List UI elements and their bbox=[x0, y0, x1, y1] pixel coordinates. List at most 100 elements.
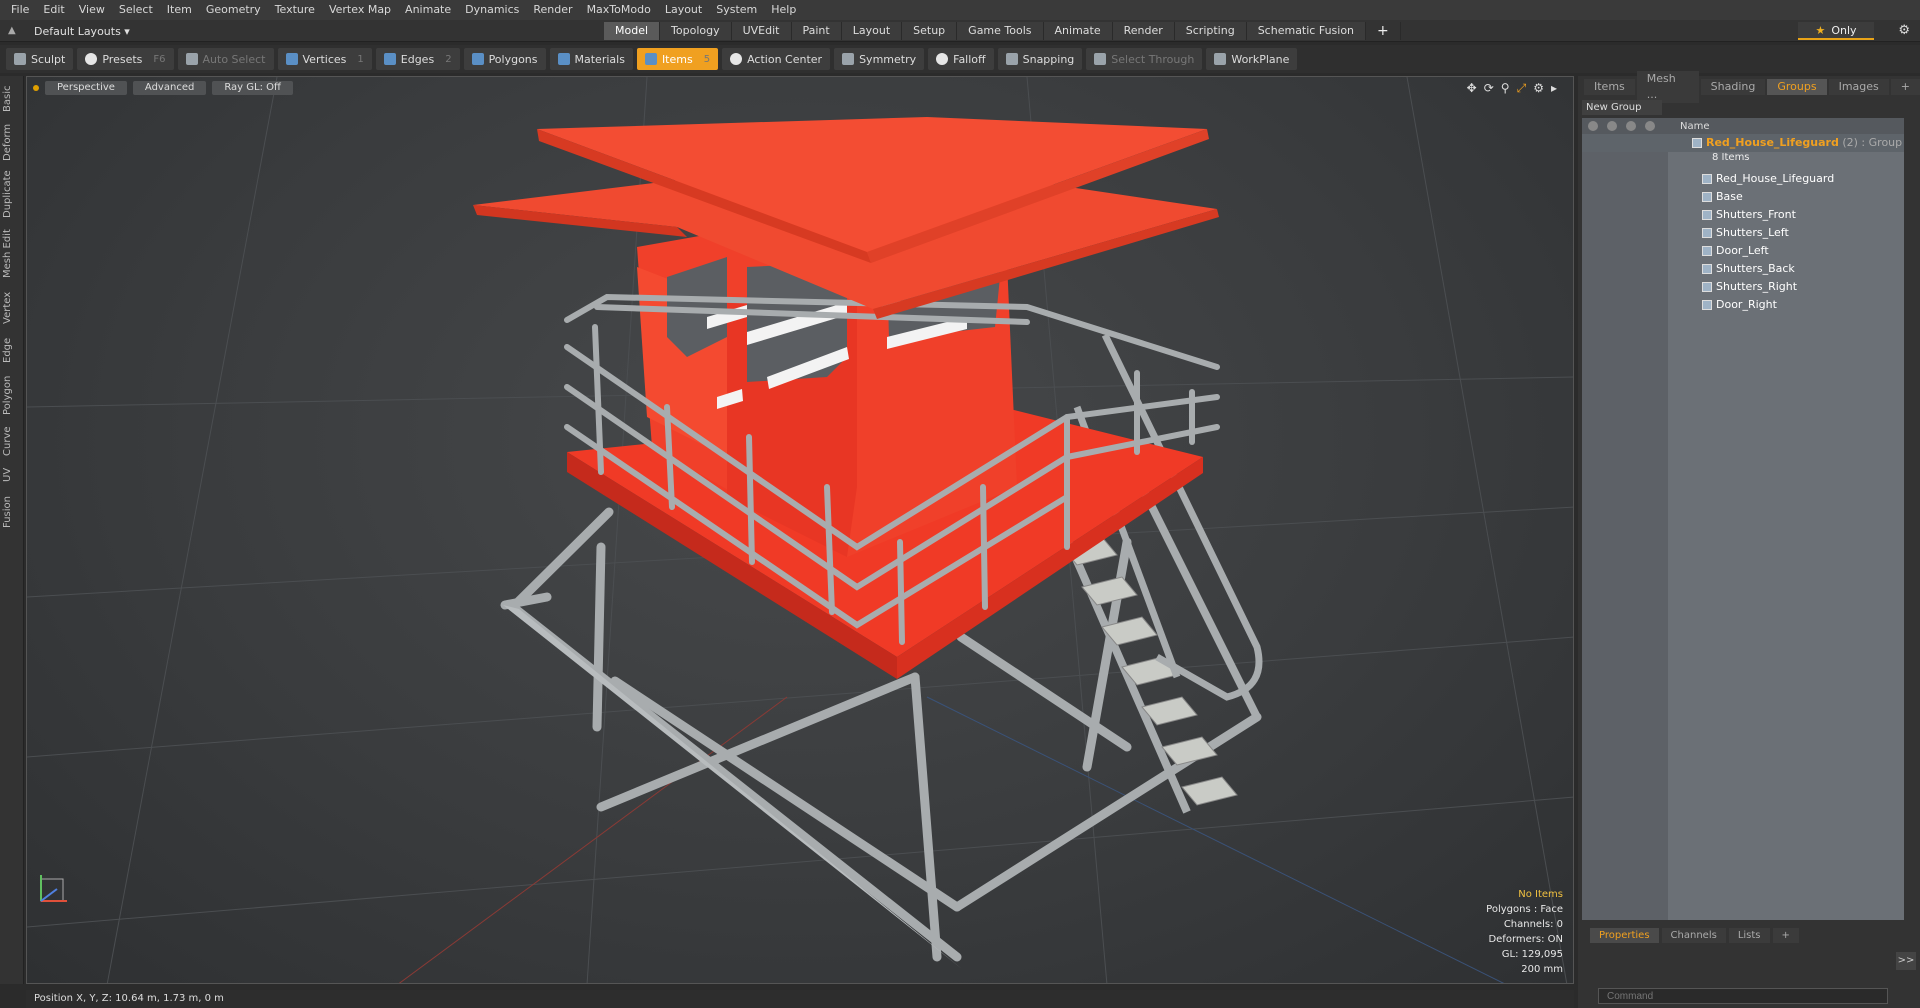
tab-uvedit[interactable]: UVEdit bbox=[731, 22, 792, 40]
tree-item[interactable]: Door_Right bbox=[1582, 296, 1904, 314]
auto-select-button[interactable]: Auto Select bbox=[177, 48, 274, 70]
expand-arrow-icon[interactable]: ▸ bbox=[1551, 81, 1557, 96]
materials-icon bbox=[557, 53, 570, 65]
tab-lists[interactable]: Lists bbox=[1728, 928, 1770, 943]
new-group-button[interactable]: New Group bbox=[1582, 100, 1662, 115]
tab-shading[interactable]: Shading bbox=[1700, 79, 1766, 95]
menu-dynamics[interactable]: Dynamics bbox=[458, 0, 526, 20]
sculpt-label: Sculpt bbox=[31, 52, 66, 66]
select-through-button[interactable]: Select Through bbox=[1086, 48, 1203, 70]
vtab-curve[interactable]: Curve bbox=[2, 424, 22, 458]
workplane-button[interactable]: WorkPlane bbox=[1206, 48, 1298, 70]
vtab-mesh-edit[interactable]: Mesh Edit bbox=[2, 226, 22, 282]
tree-item[interactable]: Shutters_Back bbox=[1582, 260, 1904, 278]
vtab-duplicate[interactable]: Duplicate bbox=[2, 168, 22, 220]
tab-channels[interactable]: Channels bbox=[1661, 928, 1726, 943]
tab-model[interactable]: Model bbox=[604, 22, 661, 40]
menu-animate[interactable]: Animate bbox=[398, 0, 458, 20]
menu-help[interactable]: Help bbox=[764, 0, 803, 20]
tree-item[interactable]: Base bbox=[1582, 188, 1904, 206]
falloff-button[interactable]: Falloff bbox=[928, 48, 994, 70]
only-button[interactable]: ★ Only bbox=[1798, 22, 1874, 40]
menu-edit[interactable]: Edit bbox=[36, 0, 71, 20]
items-button[interactable]: Items 5 bbox=[636, 48, 719, 70]
menu-system[interactable]: System bbox=[709, 0, 764, 20]
tab-properties[interactable]: Properties bbox=[1590, 928, 1659, 943]
tab-render[interactable]: Render bbox=[1112, 22, 1175, 40]
maximize-icon[interactable]: ⤢ bbox=[1517, 81, 1527, 96]
vtab-polygon[interactable]: Polygon bbox=[2, 372, 22, 418]
viewport-gear-icon[interactable]: ⚙ bbox=[1533, 81, 1544, 96]
name-column-header[interactable]: Name bbox=[1680, 121, 1710, 132]
vtab-deform[interactable]: Deform bbox=[2, 122, 22, 162]
menu-file[interactable]: File bbox=[4, 0, 36, 20]
mesh-icon bbox=[1702, 192, 1712, 202]
menu-geometry[interactable]: Geometry bbox=[199, 0, 268, 20]
expand-button[interactable]: >> bbox=[1896, 952, 1916, 970]
visibility-column-icon[interactable] bbox=[1588, 121, 1598, 131]
viewport-menu-icon[interactable] bbox=[33, 85, 39, 91]
gear-icon[interactable]: ⚙ bbox=[1898, 23, 1910, 38]
tree-item[interactable]: Door_Left bbox=[1582, 242, 1904, 260]
tree-item[interactable]: Shutters_Front bbox=[1582, 206, 1904, 224]
tab-paint[interactable]: Paint bbox=[791, 22, 842, 40]
3d-viewport[interactable]: Perspective Advanced Ray GL: Off ✥ ⟳ ⚲ ⤢… bbox=[26, 76, 1574, 984]
shading-mode-button[interactable]: Advanced bbox=[132, 81, 207, 95]
edges-icon bbox=[383, 53, 396, 65]
action-center-button[interactable]: Action Center bbox=[722, 48, 831, 70]
tab-groups[interactable]: Groups bbox=[1767, 79, 1827, 95]
tab-game-tools[interactable]: Game Tools bbox=[957, 22, 1044, 40]
lock-icon[interactable]: ▲ bbox=[8, 25, 20, 37]
menu-maxtomodo[interactable]: MaxToModo bbox=[580, 0, 658, 20]
add-panel-tab-button[interactable]: + bbox=[1890, 79, 1920, 95]
tab-schematic-fusion[interactable]: Schematic Fusion bbox=[1246, 22, 1367, 40]
tab-mesh[interactable]: Mesh ... bbox=[1636, 71, 1699, 103]
snapping-button[interactable]: Snapping bbox=[997, 48, 1083, 70]
symmetry-button[interactable]: Symmetry bbox=[834, 48, 925, 70]
menu-texture[interactable]: Texture bbox=[268, 0, 322, 20]
tab-layout[interactable]: Layout bbox=[841, 22, 903, 40]
menu-item[interactable]: Item bbox=[160, 0, 199, 20]
menu-view[interactable]: View bbox=[72, 0, 112, 20]
view-type-button[interactable]: Perspective bbox=[45, 81, 127, 95]
tab-topology[interactable]: Topology bbox=[660, 22, 732, 40]
vtab-basic[interactable]: Basic bbox=[2, 82, 22, 116]
menu-vertex-map[interactable]: Vertex Map bbox=[322, 0, 398, 20]
add-bottom-tab-button[interactable]: + bbox=[1772, 928, 1799, 943]
tree-item-label: Shutters_Right bbox=[1716, 280, 1798, 293]
tree-item[interactable]: Shutters_Right bbox=[1582, 278, 1904, 296]
tree-item[interactable]: Shutters_Left bbox=[1582, 224, 1904, 242]
tab-images[interactable]: Images bbox=[1828, 79, 1889, 95]
render-column-icon[interactable] bbox=[1607, 121, 1617, 131]
pan-icon[interactable]: ✥ bbox=[1467, 81, 1477, 96]
polygons-button[interactable]: Polygons bbox=[463, 48, 546, 70]
presets-button[interactable]: Presets F6 bbox=[77, 48, 174, 70]
tree-item[interactable]: Red_House_Lifeguard bbox=[1582, 170, 1904, 188]
sculpt-button[interactable]: Sculpt bbox=[6, 48, 74, 70]
vtab-edge[interactable]: Edge bbox=[2, 334, 22, 366]
tab-setup[interactable]: Setup bbox=[902, 22, 958, 40]
vertices-button[interactable]: Vertices 1 bbox=[277, 48, 372, 70]
layout-selector[interactable]: ▲ Default Layouts ▾ bbox=[8, 23, 130, 39]
edges-shortcut: 2 bbox=[445, 53, 452, 65]
add-tab-button[interactable]: + bbox=[1366, 22, 1401, 40]
rotate-icon[interactable]: ⟳ bbox=[1484, 81, 1494, 96]
menu-select[interactable]: Select bbox=[112, 0, 160, 20]
zoom-icon[interactable]: ⚲ bbox=[1501, 81, 1510, 96]
group-count-row: 8 Items bbox=[1582, 152, 1904, 170]
command-input[interactable] bbox=[1598, 988, 1888, 1004]
vtab-fusion[interactable]: Fusion bbox=[2, 492, 22, 532]
vtab-uv[interactable]: UV bbox=[2, 464, 22, 486]
tab-items[interactable]: Items bbox=[1584, 79, 1635, 95]
tab-scripting[interactable]: Scripting bbox=[1174, 22, 1247, 40]
menu-layout[interactable]: Layout bbox=[658, 0, 709, 20]
group-row[interactable]: Red_House_Lifeguard (2) : Group bbox=[1582, 134, 1904, 152]
vtab-vertex[interactable]: Vertex bbox=[2, 288, 22, 328]
select-column-icon[interactable] bbox=[1645, 121, 1655, 131]
lock-column-icon[interactable] bbox=[1626, 121, 1636, 131]
tab-animate[interactable]: Animate bbox=[1043, 22, 1113, 40]
raygl-button[interactable]: Ray GL: Off bbox=[212, 81, 293, 95]
edges-button[interactable]: Edges 2 bbox=[375, 48, 460, 70]
materials-button[interactable]: Materials bbox=[549, 48, 633, 70]
menu-render[interactable]: Render bbox=[526, 0, 579, 20]
